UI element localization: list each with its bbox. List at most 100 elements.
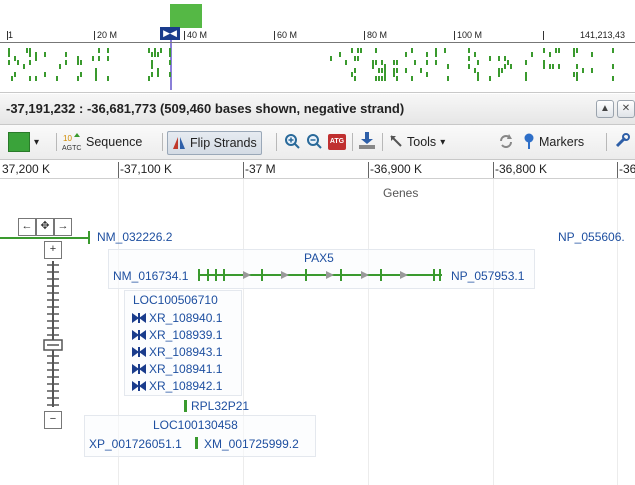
overview-density-mark (169, 72, 171, 77)
overview-density-mark (378, 68, 380, 73)
overview-density-mark (498, 56, 500, 61)
overview-density-mark (612, 64, 614, 69)
overview-density-mark (330, 56, 332, 61)
overview-tick (184, 31, 185, 40)
pan-left-button[interactable]: ← (18, 218, 36, 236)
overview-density-mark (504, 56, 506, 61)
gene-label-rpl32p21[interactable]: RPL32P21 (191, 399, 249, 413)
overview-density-mark (582, 68, 584, 73)
overview-density-mark (339, 52, 341, 57)
overview-density-mark (345, 60, 347, 65)
overview-density-mark (573, 72, 575, 77)
overview-density-mark (44, 72, 46, 77)
overview-density-mark (558, 48, 560, 53)
gene-label-nm-016734[interactable]: NM_016734.1 (113, 269, 188, 283)
collapse-button[interactable]: ▲ (596, 100, 614, 118)
bowtie-icon (132, 381, 146, 391)
color-picker-button[interactable]: ▾ (8, 131, 39, 153)
chevron-down-icon: ▾ (34, 136, 40, 148)
overview-density-mark (543, 48, 545, 53)
overview-density-mark (154, 52, 156, 57)
gene-label-xr[interactable]: XR_108939.1 (149, 328, 222, 342)
overview-density-mark (468, 64, 470, 69)
overview-density-mark (573, 48, 575, 53)
overview-tick (94, 31, 95, 40)
overview-density-mark (393, 72, 395, 77)
zoom-in-nav-button[interactable]: + (44, 241, 62, 259)
position-marker-icon[interactable]: ▶◀ (160, 27, 180, 40)
pan-center-button[interactable]: ✥ (36, 218, 54, 236)
gene-bar[interactable] (0, 237, 88, 239)
overview-density-mark (591, 68, 593, 73)
arrow-left-icon: ← (21, 220, 33, 232)
gene-model-pax5[interactable] (196, 267, 446, 283)
gene-label-xr[interactable]: XR_108940.1 (149, 311, 222, 325)
sequence-button[interactable]: 10 AGTC Sequence (62, 131, 142, 153)
close-button[interactable]: ✕ (617, 100, 635, 118)
overview-density-mark (576, 48, 578, 53)
download-sequence-button[interactable] (358, 131, 376, 153)
overview-density-mark (357, 56, 359, 61)
plus-icon: + (49, 243, 57, 255)
overview-density-mark (444, 48, 446, 53)
overview-density-mark (26, 48, 28, 53)
overview-density-mark (543, 60, 545, 65)
minus-icon: − (49, 413, 57, 425)
translate-atg-button[interactable]: ATG (328, 131, 346, 153)
flip-strands-icon (172, 136, 186, 150)
overview-density-mark (65, 52, 67, 57)
close-icon: ✕ (621, 103, 631, 114)
gene-label-xm-001725999[interactable]: XM_001725999.2 (204, 437, 299, 451)
gene-label-xp-001726051[interactable]: XP_001726051.1 (89, 437, 182, 451)
flip-strands-label: Flip Strands (190, 136, 257, 150)
overview-density-mark (44, 52, 46, 57)
refresh-button[interactable] (498, 131, 514, 153)
gene-label-xr[interactable]: XR_108941.1 (149, 362, 222, 376)
overview-density-mark (80, 72, 82, 77)
gene-label-np-057953[interactable]: NP_057953.1 (451, 269, 524, 283)
gene-label-pax5[interactable]: PAX5 (304, 251, 334, 265)
overview-density-mark (351, 72, 353, 77)
overview-density-mark (504, 64, 506, 69)
zoom-slider[interactable] (40, 261, 66, 407)
tools-menu-button[interactable]: Tools ▾ (389, 131, 445, 153)
genes-track-panel[interactable]: Genes NM_032226.2 NP_055606. PAX5 NM_016… (0, 179, 635, 485)
overview-density-mark (59, 64, 61, 69)
gene-label-loc100130458[interactable]: LOC100130458 (153, 418, 238, 432)
gene-label-nm-032226[interactable]: NM_032226.2 (97, 230, 172, 244)
overview-density-mark (435, 52, 437, 57)
overview-density-mark (375, 48, 377, 53)
overview-density-mark (393, 60, 395, 65)
gene-label-xr[interactable]: XR_108942.1 (149, 379, 222, 393)
overview-highlight[interactable] (170, 4, 202, 28)
zoom-in-button[interactable] (284, 131, 300, 153)
gene-label-xr[interactable]: XR_108943.1 (149, 345, 222, 359)
chromosome-overview[interactable]: ▶◀ 1 20 M 40 M 60 M 80 M 100 M 141,213,4… (0, 0, 635, 93)
markers-label: Markers (539, 135, 585, 149)
overview-density-mark (489, 76, 491, 81)
ruler-label: -36,800 K (495, 162, 548, 176)
zoom-out-button[interactable] (306, 131, 322, 153)
settings-button[interactable] (614, 131, 630, 153)
view-header: -37,191,232 : -36,681,773 (509,460 bases… (0, 94, 635, 125)
overview-density-mark (405, 52, 407, 57)
pan-right-button[interactable]: → (54, 218, 72, 236)
overview-density-mark (65, 60, 67, 65)
overview-density-mark (396, 68, 398, 73)
overview-tick-label: 141,213,43 (580, 30, 626, 40)
overview-density-mark (525, 60, 527, 65)
overview-density-mark (576, 64, 578, 69)
overview-density-mark (396, 60, 398, 65)
markers-button[interactable]: Markers (523, 131, 584, 153)
marker-pin-icon (523, 133, 535, 152)
gene-label-np-055606[interactable]: NP_055606. (558, 230, 625, 244)
overview-density-mark (56, 76, 58, 81)
bowtie-icon (132, 347, 146, 357)
gene-exon (195, 437, 198, 449)
zoom-out-nav-button[interactable]: − (44, 411, 62, 429)
overview-tick-label: 60 M (277, 30, 298, 40)
grid-line (368, 179, 369, 485)
gene-label-loc100506710[interactable]: LOC100506710 (133, 293, 218, 307)
flip-strands-button[interactable]: Flip Strands (167, 131, 262, 155)
overview-density-mark (77, 76, 79, 81)
